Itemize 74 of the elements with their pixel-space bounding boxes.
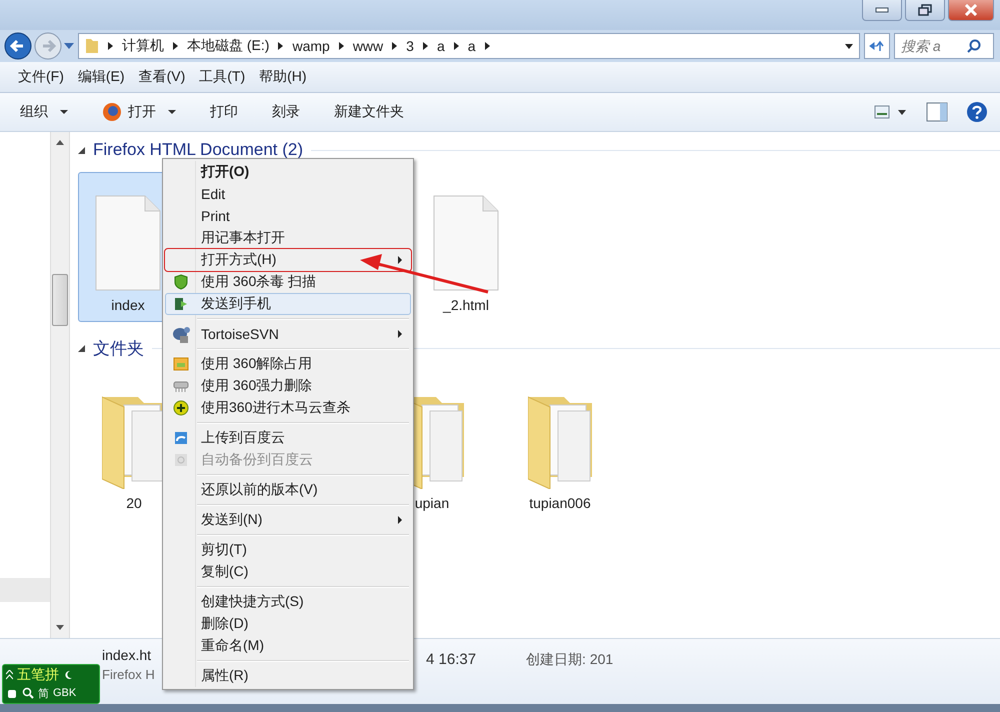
- toolbar-button[interactable]: 组织: [20, 103, 68, 121]
- file-name: index.ht: [102, 647, 152, 663]
- menu-item[interactable]: 文件(F): [18, 68, 64, 86]
- collapse-icon[interactable]: [6, 670, 13, 680]
- charset-mode[interactable]: GBK: [53, 687, 76, 699]
- breadcrumb[interactable]: 本地磁盘 (E:): [187, 37, 270, 55]
- breadcrumb[interactable]: wamp: [292, 38, 330, 54]
- search-icon: [967, 39, 981, 53]
- menu-item[interactable]: 编辑(E): [78, 68, 125, 86]
- breadcrumb[interactable]: 计算机: [122, 37, 164, 55]
- close-icon: [964, 4, 978, 16]
- file-type: Firefox H: [102, 667, 155, 682]
- created-date: 创建日期: 201: [526, 651, 614, 669]
- close-button[interactable]: [948, 0, 994, 21]
- preview-pane-icon[interactable]: [926, 102, 948, 122]
- document-icon: [433, 195, 499, 291]
- file-item[interactable]: _2.html: [416, 172, 516, 322]
- toolbar-button[interactable]: 新建文件夹: [334, 103, 404, 121]
- menu-item[interactable]: 工具(T): [199, 68, 246, 86]
- breadcrumb[interactable]: 3: [406, 38, 414, 54]
- context-menu-item[interactable]: 属性(R): [165, 665, 411, 687]
- toolbar-button[interactable]: 打印: [210, 103, 238, 121]
- browser-icon: [102, 102, 122, 122]
- context-menu-item[interactable]: 发送到手机: [165, 293, 411, 315]
- phone-send-icon: [174, 297, 188, 311]
- restore-icon: [918, 4, 932, 16]
- refresh-icon: [869, 40, 885, 52]
- moon-icon[interactable]: [63, 670, 73, 680]
- context-menu-item[interactable]: 创建快捷方式(S): [165, 591, 411, 613]
- context-menu-item[interactable]: TortoiseSVN: [165, 323, 411, 345]
- modified-date: 4 16:37: [426, 651, 476, 670]
- folder-icon: [528, 396, 592, 489]
- context-menu-item[interactable]: 复制(C): [165, 561, 411, 583]
- context-menu-item[interactable]: 剪切(T): [165, 539, 411, 561]
- collapse-icon[interactable]: [78, 146, 85, 154]
- context-menu-item[interactable]: 重命名(M): [165, 635, 411, 657]
- breadcrumb[interactable]: a: [468, 38, 476, 54]
- unlock-icon: [173, 357, 189, 371]
- help-icon[interactable]: [966, 101, 988, 123]
- address-bar[interactable]: 计算机 本地磁盘 (E:) wamp www 3 a a: [78, 33, 860, 59]
- search-input[interactable]: 搜索 a: [899, 37, 967, 55]
- shield-icon: [174, 274, 188, 290]
- input-method-name[interactable]: 五笔拼: [17, 666, 59, 684]
- restore-button[interactable]: [905, 0, 945, 21]
- menu-item[interactable]: 查看(V): [138, 68, 186, 86]
- minimize-icon: [875, 7, 889, 13]
- folder-icon: [85, 38, 99, 54]
- minimize-button[interactable]: [862, 0, 902, 21]
- plus-circle-icon: [173, 400, 189, 416]
- file-item[interactable]: tupian006: [510, 370, 610, 520]
- breadcrumb[interactable]: a: [436, 38, 445, 54]
- backup-icon: [174, 453, 188, 467]
- cloud-upload-icon: [174, 431, 188, 445]
- scroll-down-icon[interactable]: [56, 625, 64, 630]
- context-menu-item[interactable]: 删除(D): [165, 613, 411, 635]
- view-options-icon[interactable]: [874, 105, 908, 119]
- scroll-up-icon[interactable]: [56, 140, 64, 145]
- refresh-button[interactable]: [864, 33, 890, 59]
- back-button[interactable]: [4, 32, 32, 60]
- history-dropdown-icon[interactable]: [64, 43, 74, 49]
- scrollbar-thumb[interactable]: [52, 274, 68, 326]
- group-header[interactable]: Firefox HTML Document (2): [93, 140, 304, 160]
- scrollbar[interactable]: [50, 132, 70, 638]
- search-field[interactable]: 搜索 a: [894, 33, 994, 59]
- breadcrumb[interactable]: www: [352, 38, 384, 54]
- group-header[interactable]: 文件夹: [93, 336, 144, 360]
- simplified-mode[interactable]: 简: [38, 686, 49, 700]
- menu-item[interactable]: 帮助(H): [259, 68, 307, 86]
- shredder-icon: [173, 379, 189, 393]
- toolbar-button[interactable]: 刻录: [272, 103, 300, 121]
- toolbar-button[interactable]: 打开: [102, 102, 176, 122]
- collapse-icon[interactable]: [78, 344, 85, 352]
- search-icon[interactable]: [22, 687, 34, 699]
- ime-toolbar[interactable]: 五笔拼 简 GBK: [2, 664, 100, 704]
